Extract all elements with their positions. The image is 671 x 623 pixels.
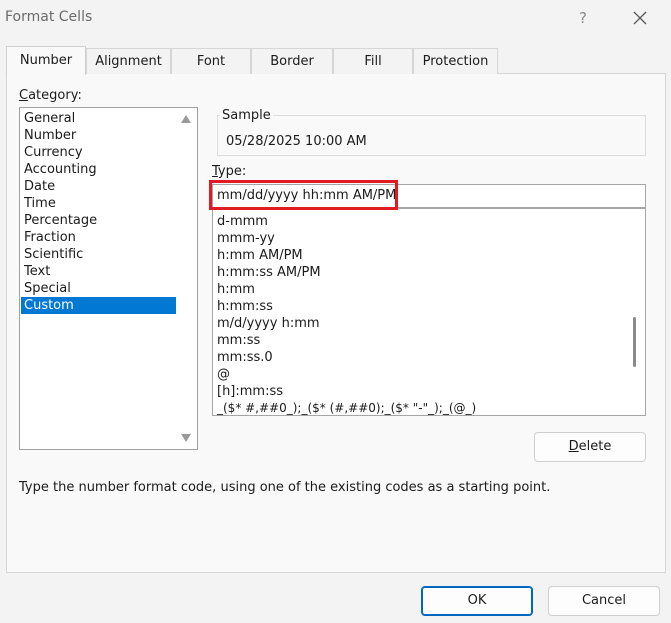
tab-fill[interactable]: Fill (333, 48, 413, 74)
tab-border[interactable]: Border (251, 48, 333, 74)
help-button[interactable]: ? (568, 4, 598, 32)
tab-protection[interactable]: Protection (413, 48, 498, 74)
title-bar: Format Cells ? (0, 0, 671, 36)
ok-button[interactable]: OK (421, 586, 533, 616)
category-item-custom[interactable]: Custom (21, 297, 176, 314)
dialog-title: Format Cells (5, 9, 93, 25)
category-item-text[interactable]: Text (21, 263, 176, 280)
format-item[interactable]: _($* #,##0_);_($* (#,##0);_($* "-"_);_(@… (217, 400, 476, 415)
format-item[interactable]: [h]:mm:ss (217, 383, 283, 400)
format-item[interactable]: h:mm:ss (217, 298, 273, 315)
category-list[interactable]: General Number Currency Accounting Date … (19, 107, 198, 450)
format-item[interactable]: @ (217, 366, 230, 383)
category-item-percentage[interactable]: Percentage (21, 212, 176, 229)
category-item-scientific[interactable]: Scientific (21, 246, 176, 263)
tab-number[interactable]: Number (6, 46, 86, 75)
sample-value: 05/28/2025 10:00 AM (226, 134, 367, 149)
close-icon (633, 11, 647, 25)
category-label: Category: (19, 88, 82, 103)
sample-label: Sample (220, 108, 273, 123)
delete-button[interactable]: Delete (534, 432, 646, 462)
format-item[interactable]: mm:ss (217, 332, 260, 349)
tab-font[interactable]: Font (171, 48, 251, 74)
type-input[interactable]: mm/dd/yyyy hh:mm AM/PM (212, 184, 646, 208)
format-item[interactable]: mm:ss.0 (217, 349, 273, 366)
format-item[interactable]: d-mmm (217, 213, 268, 230)
format-code-list[interactable]: d-mmm mmm-yy h:mm AM/PM h:mm:ss AM/PM h:… (212, 208, 646, 416)
format-list-scroll-thumb[interactable] (633, 317, 636, 367)
format-item[interactable]: h:mm AM/PM (217, 247, 303, 264)
format-item[interactable]: h:mm (217, 281, 255, 298)
category-item-date[interactable]: Date (21, 178, 176, 195)
category-item-special[interactable]: Special (21, 280, 176, 297)
category-item-number[interactable]: Number (21, 127, 176, 144)
category-item-currency[interactable]: Currency (21, 144, 176, 161)
cancel-button[interactable]: Cancel (548, 586, 660, 616)
hint-text: Type the number format code, using one o… (19, 480, 551, 495)
close-button[interactable] (624, 4, 656, 32)
format-item[interactable]: mmm-yy (217, 230, 275, 247)
category-item-general[interactable]: General (21, 110, 176, 127)
category-item-time[interactable]: Time (21, 195, 176, 212)
category-item-accounting[interactable]: Accounting (21, 161, 176, 178)
tab-strip: Number Alignment Font Border Fill Protec… (6, 46, 666, 75)
format-item[interactable]: m/d/yyyy h:mm (217, 315, 320, 332)
category-item-fraction[interactable]: Fraction (21, 229, 176, 246)
format-item[interactable]: h:mm:ss AM/PM (217, 264, 321, 281)
tab-alignment[interactable]: Alignment (86, 48, 171, 74)
scroll-up-arrow-icon[interactable] (181, 115, 191, 123)
scroll-down-arrow-icon[interactable] (181, 434, 191, 442)
type-label: Type: (212, 164, 247, 179)
